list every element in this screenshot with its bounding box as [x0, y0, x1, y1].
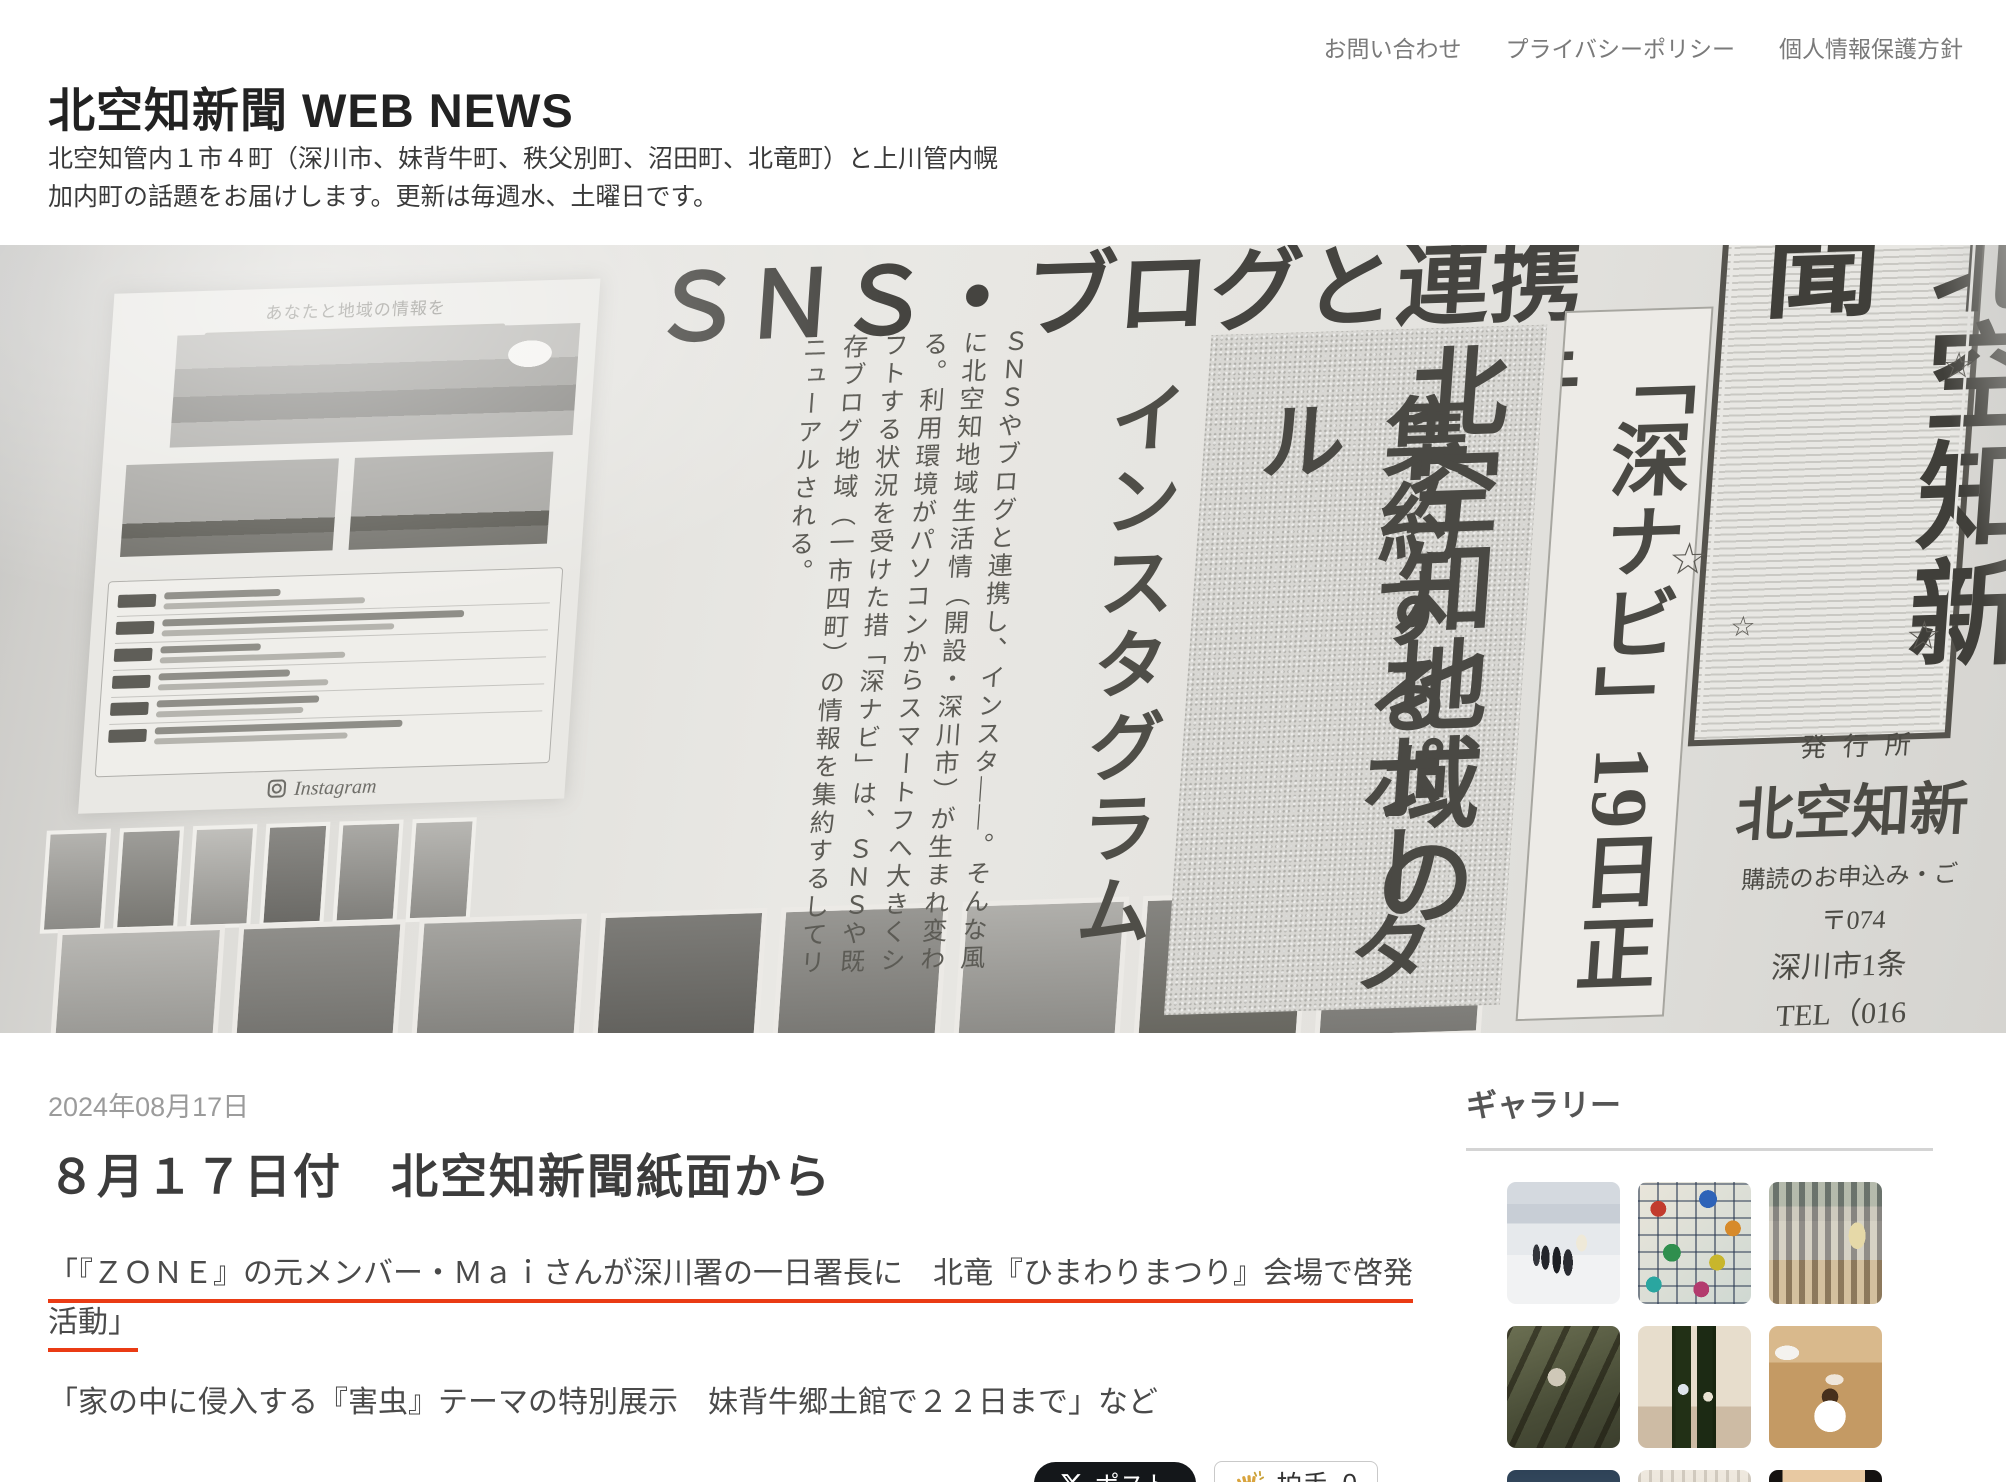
newspaper-vertical-headline: 北空知地域の 集約するポータル — [1163, 324, 1548, 1016]
newspaper-publisher-block: 発行所 北空知新 購読のお申込み・ご 〒074 深川市1条 TEL（016 FA… — [1657, 718, 2006, 1033]
newspaper-masthead-box: 北空知新聞 ☆ ☆ ☆ ☆ — [1667, 245, 2006, 747]
publisher-address: 深川市1条 — [1770, 947, 1908, 986]
page: お問い合わせ プライバシーポリシー 個人情報保護方針 北空知新聞 WEB NEW… — [0, 0, 2006, 1482]
site-title[interactable]: 北空知新聞 WEB NEWS — [48, 72, 574, 141]
gallery-sidebar: ギャラリー — [1466, 1088, 1933, 1482]
article-actions: ポスト — [48, 1461, 1378, 1482]
article-date: 2024年08月17日 — [48, 1092, 250, 1122]
star-icon: ☆ — [1904, 612, 1944, 659]
nav-link-personal-info[interactable]: 個人情報保護方針 — [1779, 30, 1963, 64]
star-icon: ☆ — [1667, 534, 1711, 585]
article-title: ８月１７日付 北空知新聞紙面から — [48, 1150, 832, 1203]
gallery-thumb-dessert-cup[interactable] — [1769, 1326, 1882, 1448]
newspaper-website-screenshot: あなたと地域の情報を Instagram — [78, 278, 601, 814]
clap-icon — [1235, 1469, 1265, 1482]
gallery-thumb-owl-tree[interactable] — [1507, 1326, 1620, 1448]
website-mini-image-1 — [120, 458, 339, 558]
article-lead-link[interactable]: 「『ＺＯＮＥ』の元メンバー・Ｍａｉさんが深川署の一日署長に 北竜『ひまわりまつり… — [48, 1257, 1413, 1352]
x-logo-icon — [1060, 1472, 1083, 1482]
top-nav: お問い合わせ プライバシーポリシー 個人情報保護方針 — [1323, 30, 1963, 64]
publisher-subscribe: 購読のお申込み・ご — [1740, 861, 1959, 895]
article-main: 2024年08月17日 ８月１７日付 北空知新聞紙面から 「『ＺＯＮＥ』の元メン… — [48, 1085, 1413, 1482]
x-post-button[interactable]: ポスト — [1033, 1462, 1196, 1482]
instagram-icon — [267, 779, 287, 798]
star-icon: ☆ — [1728, 611, 1757, 644]
nav-link-contact[interactable]: お問い合わせ — [1323, 30, 1461, 64]
website-tagline-text: あなたと地域の情報を — [264, 298, 447, 323]
gallery-grid — [1507, 1182, 1933, 1482]
star-icon: ☆ — [1940, 345, 1976, 387]
clap-button[interactable]: 拍手 0 — [1213, 1461, 1378, 1482]
newspaper-photo-row-small — [39, 817, 477, 934]
newspaper-page: ＳＮＳ・ブログと連携 あなたと地域の情報を Instagram ＳＮＳやブログと… — [0, 245, 2006, 1033]
gallery-title: ギャラリー — [1466, 1088, 1621, 1123]
hero-newspaper-photo: ＳＮＳ・ブログと連携 あなたと地域の情報を Instagram ＳＮＳやブログと… — [0, 245, 2006, 1033]
gallery-divider — [1466, 1148, 1933, 1151]
newspaper-masthead-title: 北空知新聞 — [1743, 245, 2006, 674]
website-mini-image-2 — [348, 451, 554, 550]
gallery-thumb-baseball-team[interactable] — [1769, 1182, 1882, 1304]
post-button-label: ポスト — [1095, 1466, 1170, 1482]
website-news-list — [94, 567, 564, 778]
nav-link-privacy-policy[interactable]: プライバシーポリシー — [1505, 30, 1735, 64]
clap-button-label: 拍手 — [1277, 1465, 1329, 1482]
article-second-item: 「家の中に侵入する『害虫』テーマの特別展示 妹背牛郷土館で２２日まで」など — [48, 1386, 1158, 1419]
gallery-thumb-partial-3[interactable] — [1769, 1470, 1882, 1482]
website-panorama-image — [169, 323, 581, 448]
publisher-name: 北空知新 — [1733, 776, 1971, 849]
clap-count: 0 — [1343, 1468, 1357, 1482]
publisher-postal: 〒074 — [1819, 904, 1887, 936]
newspaper-body-text: ＳＮＳやブログと連携し、インスタ——。そんな風に北空知地域生活情（開設・深川市）… — [782, 327, 1029, 978]
gallery-thumb-cider-bottles[interactable] — [1638, 1326, 1751, 1448]
gallery-thumb-partial-1[interactable] — [1507, 1470, 1620, 1482]
gallery-thumb-partial-2[interactable] — [1638, 1470, 1751, 1482]
publisher-tel: TEL（016 — [1774, 995, 1908, 1033]
vertical-headline-col2: 集約するポータル — [1243, 390, 1471, 996]
site-tagline: 北空知管内１市４町（深川市、妹背牛町、秩父別町、沼田町、北竜町）と上川管内幌加内… — [48, 145, 999, 211]
article-lead: 「『ＺＯＮＥ』の元メンバー・Ｍａｉさんが深川署の一日署長に 北竜『ひまわりまつり… — [48, 1249, 1420, 1352]
gallery-thumb-winter-ceremony[interactable] — [1507, 1182, 1620, 1304]
gallery-thumb-stained-glass[interactable] — [1638, 1182, 1751, 1304]
